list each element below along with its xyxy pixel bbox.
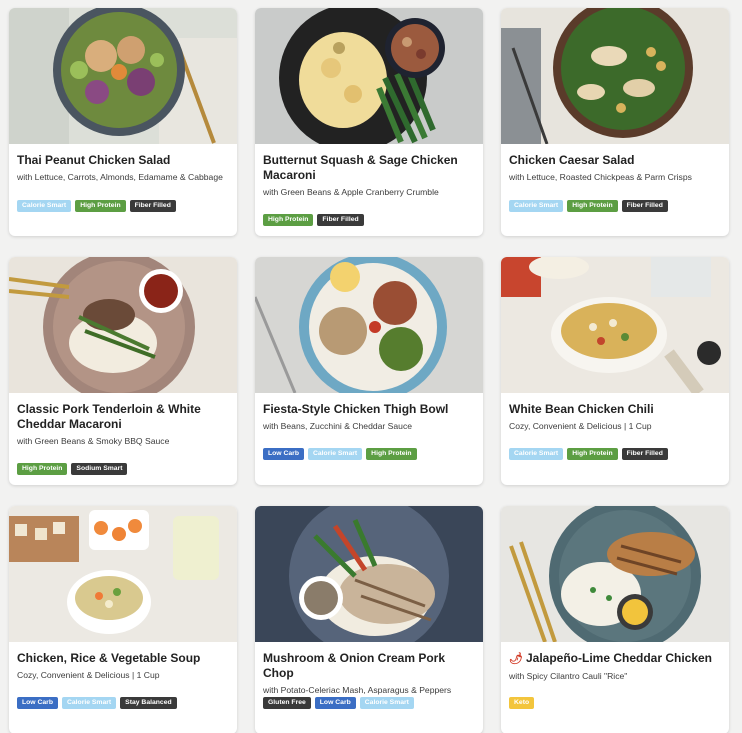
tag-high-protein: High Protein (366, 448, 417, 460)
tag-list: High Protein Fiber Filled (263, 214, 364, 226)
meal-photo (255, 506, 483, 642)
caesar-salad-bowl-image (501, 8, 729, 144)
tag-high-protein: High Protein (567, 200, 618, 212)
meal-grid: Thai Peanut Chicken Salad with Lettuce, … (0, 0, 742, 733)
tag-high-protein: High Protein (75, 200, 126, 212)
meal-title-text: Jalapeño-Lime Cheddar Chicken (525, 651, 713, 665)
tag-high-protein: High Protein (17, 463, 68, 475)
meal-title: Fiesta-Style Chicken Thigh Bowl (263, 402, 449, 416)
meal-photo (501, 8, 729, 144)
meal-card-jalapeno-lime-cheddar-chicken[interactable]: 🌶 Jalapeño-Lime Cheddar Chicken with Spic… (501, 506, 729, 733)
meal-title: Chicken, Rice & Vegetable Soup (17, 651, 201, 665)
meal-subtitle: Cozy, Convenient & Delicious | 1 Cup (509, 421, 652, 431)
tag-calorie-smart: Calorie Smart (17, 200, 72, 212)
meal-photo (9, 257, 237, 393)
meal-subtitle: with Spicy Cilantro Cauli "Rice" (509, 671, 628, 681)
meal-subtitle: with Beans, Zucchini & Cheddar Sauce (263, 421, 413, 431)
tag-list: High Protein Sodium Smart (17, 463, 128, 475)
pork-tenderloin-plate-image (9, 257, 237, 393)
meal-card-white-bean-chicken-chili[interactable]: White Bean Chicken Chili Cozy, Convenien… (501, 257, 729, 485)
macaroni-plate-image (255, 8, 483, 144)
tag-gluten-free: Gluten Free (263, 697, 311, 709)
meal-title: Classic Pork Tenderloin & White Cheddar … (17, 402, 201, 431)
chili-pepper-icon: 🌶 (509, 653, 523, 665)
meal-title: Mushroom & Onion Cream Pork Chop (263, 651, 446, 680)
tag-sodium-smart: Sodium Smart (71, 463, 128, 475)
meal-title: Thai Peanut Chicken Salad (17, 153, 171, 167)
tag-high-protein: High Protein (567, 448, 618, 460)
tag-list: Low Carb Calorie Smart High Protein (263, 448, 417, 460)
meal-title: 🌶 Jalapeño-Lime Cheddar Chicken (509, 651, 721, 667)
meal-photo (501, 506, 729, 642)
tag-calorie-smart: Calorie Smart (509, 200, 564, 212)
meal-photo (9, 8, 237, 144)
tag-stay-balanced: Stay Balanced (120, 697, 177, 709)
meal-subtitle: with Lettuce, Roasted Chickpeas & Parm C… (509, 172, 692, 182)
tag-list: Gluten Free Low Carb Calorie Smart (263, 697, 414, 709)
meal-subtitle: with Green Beans & Smoky BBQ Sauce (17, 436, 170, 446)
vegetable-soup-bowl-image (9, 506, 237, 642)
tag-high-protein: High Protein (263, 214, 314, 226)
tag-list: Calorie Smart High Protein Fiber Filled (509, 448, 668, 460)
tag-list: Low Carb Calorie Smart Stay Balanced (17, 697, 177, 709)
tag-low-carb: Low Carb (17, 697, 58, 709)
white-bean-chili-bowl-image (501, 257, 729, 393)
fiesta-bowl-image (255, 257, 483, 393)
tag-calorie-smart: Calorie Smart (307, 448, 363, 460)
meal-photo (255, 257, 483, 393)
meal-card-chicken-rice-vegetable-soup[interactable]: Chicken, Rice & Vegetable Soup Cozy, Con… (9, 506, 237, 733)
meal-subtitle: Cozy, Convenient & Delicious | 1 Cup (17, 670, 160, 680)
meal-subtitle: with Green Beans & Apple Cranberry Crumb… (263, 187, 439, 197)
meal-photo (255, 8, 483, 144)
tag-low-carb: Low Carb (263, 448, 304, 460)
tag-list: Calorie Smart High Protein Fiber Filled (17, 200, 176, 212)
tag-keto: Keto (509, 697, 535, 709)
meal-photo (9, 506, 237, 642)
meal-title: Butternut Squash & Sage Chicken Macaroni (263, 153, 458, 182)
meal-subtitle: with Lettuce, Carrots, Almonds, Edamame … (17, 172, 223, 182)
meal-card-butternut-squash-macaroni[interactable]: Butternut Squash & Sage Chicken Macaroni… (255, 8, 483, 236)
tag-low-carb: Low Carb (314, 697, 356, 709)
tag-fiber-filled: Fiber Filled (317, 214, 364, 226)
meal-card-chicken-caesar-salad[interactable]: Chicken Caesar Salad with Lettuce, Roast… (501, 8, 729, 236)
thai-peanut-salad-bowl-image (9, 8, 237, 144)
tag-fiber-filled: Fiber Filled (621, 200, 668, 212)
meal-title: Chicken Caesar Salad (509, 153, 635, 167)
tag-fiber-filled: Fiber Filled (621, 448, 668, 460)
tag-list: Calorie Smart High Protein Fiber Filled (509, 200, 668, 212)
tag-calorie-smart: Calorie Smart (359, 697, 414, 709)
meal-title: White Bean Chicken Chili (509, 402, 654, 416)
meal-photo (501, 257, 729, 393)
tag-list: Keto (509, 697, 535, 709)
meal-card-classic-pork-tenderloin[interactable]: Classic Pork Tenderloin & White Cheddar … (9, 257, 237, 485)
pork-chop-plate-image (255, 506, 483, 642)
meal-subtitle: with Potato-Celeriac Mash, Asparagus & P… (263, 685, 452, 695)
tag-calorie-smart: Calorie Smart (509, 448, 564, 460)
jalapeno-chicken-plate-image (501, 506, 729, 642)
tag-calorie-smart: Calorie Smart (61, 697, 117, 709)
tag-fiber-filled: Fiber Filled (129, 200, 176, 212)
meal-card-fiesta-chicken-thigh-bowl[interactable]: Fiesta-Style Chicken Thigh Bowl with Bea… (255, 257, 483, 485)
meal-card-mushroom-onion-pork-chop[interactable]: Mushroom & Onion Cream Pork Chop with Po… (255, 506, 483, 733)
meal-card-thai-peanut-chicken-salad[interactable]: Thai Peanut Chicken Salad with Lettuce, … (9, 8, 237, 236)
